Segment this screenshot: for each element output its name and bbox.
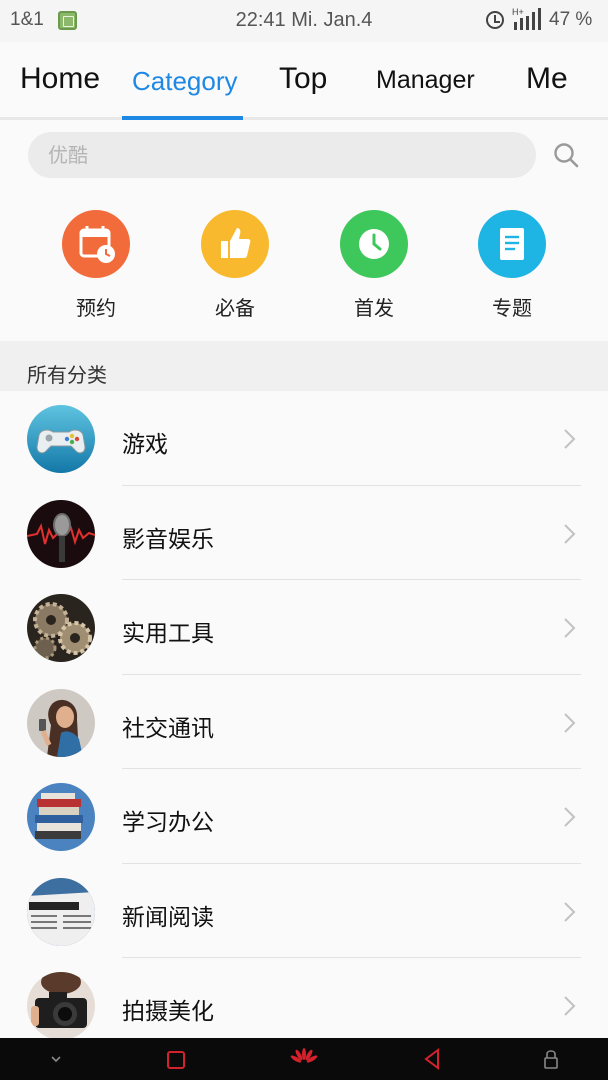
tab-home[interactable]: Home (20, 62, 100, 96)
quick-link-label: 必备 (215, 296, 255, 320)
search-icon[interactable] (552, 141, 580, 169)
quick-link-topics[interactable]: 专题 (452, 210, 572, 321)
category-item-news[interactable]: 新闻阅读 (0, 864, 608, 958)
quick-link-first-release[interactable]: 首发 (314, 210, 434, 321)
section-header: 所有分类 (0, 341, 608, 391)
tab-manager[interactable]: Manager (376, 66, 475, 95)
network-type-label: H+ (512, 7, 524, 17)
signal-icon: H+ (512, 7, 541, 30)
microphone-icon (27, 499, 95, 568)
chevron-right-icon (564, 712, 576, 733)
category-label: 新闻阅读 (122, 904, 214, 931)
category-label: 社交通讯 (122, 715, 214, 742)
person-phone-icon (27, 688, 95, 757)
chevron-down-icon[interactable] (46, 1038, 66, 1080)
gamepad-icon (27, 405, 95, 473)
quick-link-label: 首发 (354, 296, 394, 320)
quick-links: 预约 必备 首发 专题 (0, 200, 608, 338)
category-item-tools[interactable]: 实用工具 (0, 580, 608, 675)
battery-level: 47 % (549, 9, 593, 30)
chevron-right-icon (564, 429, 576, 449)
category-label: 影音娱乐 (122, 526, 214, 553)
gears-icon (27, 594, 95, 662)
calendar-clock-icon (62, 210, 130, 278)
quick-link-reservation[interactable]: 预约 (36, 210, 156, 321)
newspaper-icon (27, 877, 95, 946)
category-label: 实用工具 (122, 621, 214, 647)
top-tab-bar: Home Category Top Manager Me (0, 42, 608, 120)
quick-link-label: 专题 (492, 296, 532, 320)
camera-icon (27, 972, 95, 1040)
recent-apps-icon[interactable] (164, 1038, 188, 1080)
category-item-media[interactable]: 影音娱乐 (0, 486, 608, 580)
thumbs-up-icon (201, 210, 269, 278)
system-navigation-bar (0, 1038, 608, 1080)
quick-link-essentials[interactable]: 必备 (175, 210, 295, 321)
category-item-social[interactable]: 社交通讯 (0, 675, 608, 769)
document-icon (478, 210, 546, 278)
huawei-logo-icon[interactable] (288, 1038, 320, 1080)
chevron-right-icon (564, 807, 576, 827)
chevron-right-icon (564, 618, 576, 638)
category-label: 拍摄美化 (122, 999, 214, 1025)
search-input[interactable] (28, 132, 536, 178)
chevron-right-icon (564, 523, 576, 544)
alarm-icon (486, 11, 504, 29)
clock-icon (340, 210, 408, 278)
status-bar: 1&1 22:41 Mi. Jan.4 H+ 47 % (0, 0, 608, 42)
books-icon (27, 783, 95, 851)
tab-me[interactable]: Me (526, 62, 568, 96)
back-icon[interactable] (420, 1038, 444, 1080)
active-tab-indicator (122, 116, 243, 120)
category-label: 游戏 (122, 432, 168, 458)
lock-icon[interactable] (540, 1038, 562, 1080)
chevron-right-icon (564, 996, 576, 1016)
category-item-games[interactable]: 游戏 (0, 391, 608, 486)
quick-link-label: 预约 (76, 296, 116, 320)
section-title: 所有分类 (27, 363, 107, 387)
category-item-study-office[interactable]: 学习办公 (0, 769, 608, 864)
chevron-right-icon (564, 901, 576, 922)
category-list: 游戏 影音娱乐 实用工具 社交通讯 学习办公 新闻阅读 拍摄美化 (0, 391, 608, 1053)
category-label: 学习办公 (122, 810, 214, 836)
tab-category[interactable]: Category (132, 66, 238, 97)
tab-top[interactable]: Top (279, 62, 327, 96)
